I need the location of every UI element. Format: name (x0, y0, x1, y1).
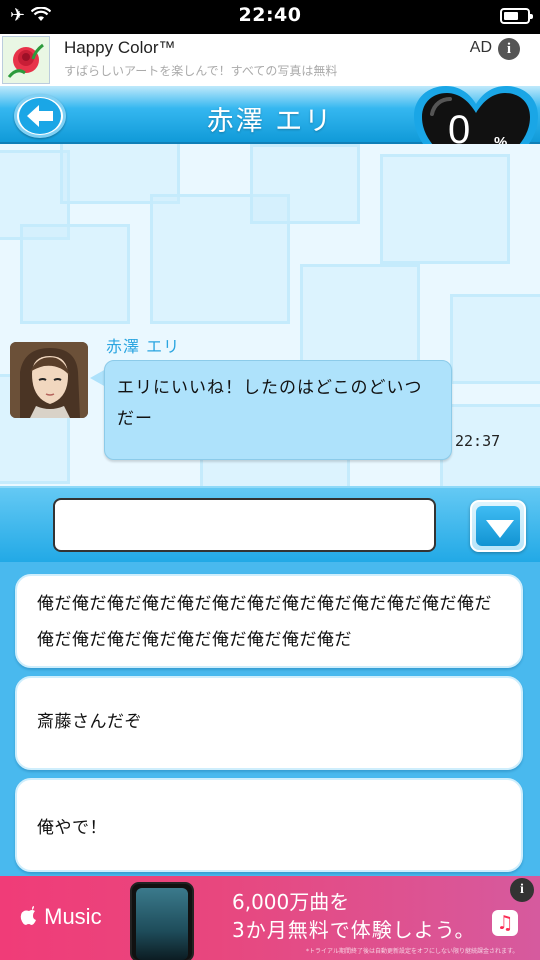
top-ad-banner[interactable]: Happy Color™ すばらしいアートを楽しんで！すべての写真は無料 AD … (0, 34, 540, 86)
clock: 22:40 (238, 4, 302, 26)
choices-toggle-button[interactable] (470, 500, 526, 552)
info-icon[interactable]: i (498, 38, 520, 60)
music-note-icon: ♫ (492, 910, 518, 936)
choice-text: 斎藤さんだぞ (37, 712, 142, 732)
ad-fine-print: *トライアル期間終了後は自動更新設定をオフにしない限り継続課金されます。 (306, 948, 519, 955)
reply-choices: 俺だ俺だ俺だ俺だ俺だ俺だ俺だ俺だ俺だ俺だ俺だ俺だ俺だ俺だ俺だ俺だ俺だ俺だ俺だ俺だ… (0, 562, 540, 876)
phone-image (130, 882, 194, 960)
triangle-down-icon (486, 520, 514, 538)
bottom-ad-banner[interactable]: Music 6,000万曲を 3か月無料で体験しよう。 *トライアル期間終了後は… (0, 876, 540, 960)
message-text: エリにいいね！したのはどこのどいつだー (117, 378, 423, 429)
ad-subtitle: すばらしいアートを楽しんで！すべての写真は無料 (64, 64, 338, 78)
ad-app-icon (2, 36, 50, 84)
apple-logo-icon (20, 906, 36, 925)
choice-text: 俺やで！ (37, 818, 107, 838)
ad-brand-text: Music (44, 904, 102, 929)
ad-label: AD (469, 39, 492, 56)
ad-headline: 6,000万曲を (232, 890, 350, 914)
info-icon[interactable]: i (510, 878, 534, 902)
message-timestamp: 22:37 (455, 432, 501, 450)
status-bar: ✈ 22:40 (0, 0, 540, 34)
battery-icon (500, 8, 533, 24)
message-bubble: エリにいいね！したのはどこのどいつだー (104, 360, 452, 460)
ad-title: Happy Color™ (64, 38, 176, 57)
reply-choice-1[interactable]: 俺だ俺だ俺だ俺だ俺だ俺だ俺だ俺だ俺だ俺だ俺だ俺だ俺だ俺だ俺だ俺だ俺だ俺だ俺だ俺だ… (15, 574, 523, 668)
reply-choice-2[interactable]: 斎藤さんだぞ (15, 676, 523, 770)
reply-input[interactable] (53, 498, 436, 552)
ad-headline-2: 3か月無料で体験しよう。 (232, 918, 476, 942)
sender-name: 赤澤 エリ (106, 337, 181, 356)
reply-bar (0, 486, 540, 562)
avatar[interactable] (10, 342, 88, 418)
chat-area[interactable]: 赤澤 エリ エリにいいね！したのはどこのどいつだー 22:37 (0, 144, 540, 486)
ad-brand: Music (20, 904, 102, 930)
reply-choice-3[interactable]: 俺やで！ (15, 778, 523, 872)
choice-text: 俺だ俺だ俺だ俺だ俺だ俺だ俺だ俺だ俺だ俺だ俺だ俺だ俺だ俺だ俺だ俺だ俺だ俺だ俺だ俺だ… (37, 594, 492, 650)
